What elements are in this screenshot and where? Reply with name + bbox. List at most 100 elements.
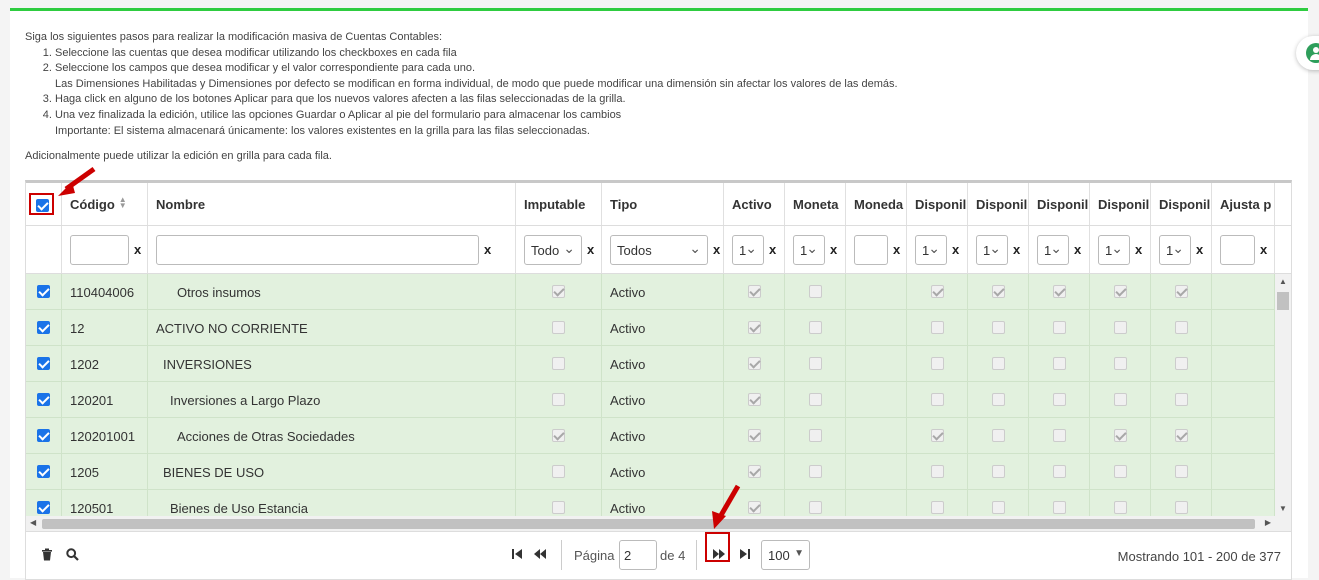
table-cell-moneda xyxy=(846,346,907,381)
prev-page-icon[interactable] xyxy=(533,548,547,563)
row-select-checkbox[interactable] xyxy=(37,285,50,298)
filter-select-disp2[interactable]: 1 ⌄ xyxy=(976,235,1008,265)
scroll-right-icon[interactable]: ▶ xyxy=(1265,518,1271,527)
clear-filter-button[interactable]: x xyxy=(1074,242,1081,257)
clear-filter-button[interactable]: x xyxy=(952,242,959,257)
column-header-disp5[interactable]: Disponil xyxy=(1151,183,1212,225)
filter-select-disp1[interactable]: 1 ⌄ xyxy=(915,235,947,265)
imputable-checkbox xyxy=(552,393,565,406)
sort-icon[interactable]: ▲ ▼ xyxy=(119,196,127,210)
column-header-tipo[interactable]: Tipo xyxy=(602,183,724,225)
column-header-disp3[interactable]: Disponil xyxy=(1029,183,1090,225)
chevron-down-icon: ⌄ xyxy=(1172,240,1184,256)
clear-filter-button[interactable]: x xyxy=(134,242,141,257)
clear-filter-button[interactable]: x xyxy=(830,242,837,257)
clear-filter-button[interactable]: x xyxy=(1135,242,1142,257)
column-header-disp1[interactable]: Disponil xyxy=(907,183,968,225)
vertical-scrollbar[interactable]: ▲ ▼ xyxy=(1275,274,1291,516)
scroll-left-icon[interactable]: ◀ xyxy=(30,518,36,527)
table-cell-disp3 xyxy=(1029,490,1090,516)
first-page-icon[interactable] xyxy=(511,548,523,563)
table-cell-moneda xyxy=(846,382,907,417)
clear-filter-button[interactable]: x xyxy=(893,242,900,257)
horizontal-scrollbar[interactable]: ◀ ▶ xyxy=(26,516,1275,531)
table-cell-codigo: 120201 xyxy=(62,382,148,417)
filter-select-imputable[interactable]: Todo ⌄ xyxy=(524,235,582,265)
clear-filter-button[interactable]: x xyxy=(484,242,491,257)
search-icon[interactable] xyxy=(66,548,79,564)
filter-select-disp3[interactable]: 1 ⌄ xyxy=(1037,235,1069,265)
table-row[interactable]: 120201 Inversiones a Largo Plazo Activo xyxy=(26,382,1275,418)
table-row[interactable]: 120201001 Acciones de Otras Sociedades Act… xyxy=(26,418,1275,454)
cell-codigo: 110404006 xyxy=(70,285,135,300)
column-header-label: Ajusta p xyxy=(1220,197,1272,212)
cell-nombre: INVERSIONES xyxy=(163,357,252,372)
filter-select-disp4[interactable]: 1 ⌄ xyxy=(1098,235,1130,265)
column-header-imputable[interactable]: Imputable xyxy=(516,183,602,225)
page-size-select[interactable]: 100 ▼ xyxy=(761,540,810,570)
filter-select-moneta[interactable]: 1 ⌄ xyxy=(793,235,825,265)
clear-filter-button[interactable]: x xyxy=(769,242,776,257)
table-row[interactable]: 1202 INVERSIONES Activo xyxy=(26,346,1275,382)
table-cell-disp5 xyxy=(1151,274,1212,309)
table-row[interactable]: 12 ACTIVO NO CORRIENTE Activo xyxy=(26,310,1275,346)
user-icon xyxy=(1306,43,1319,63)
filter-input-nombre[interactable] xyxy=(156,235,479,265)
disponible-checkbox xyxy=(930,429,944,442)
disponible-checkbox xyxy=(1052,465,1066,478)
row-select-checkbox[interactable] xyxy=(37,501,50,514)
table-cell-disp3 xyxy=(1029,310,1090,345)
grid-pager: Página 2 de 4 100 ▼ Mostrando 101 - 200 d… xyxy=(25,532,1292,580)
column-header-ajusta[interactable]: Ajusta p xyxy=(1212,183,1275,225)
table-cell-codigo: 1205 xyxy=(62,454,148,489)
activo-checkbox xyxy=(747,465,761,478)
scroll-thumb[interactable] xyxy=(42,519,1255,529)
column-header-moneda[interactable]: Moneda xyxy=(846,183,907,225)
column-header-disp4[interactable]: Disponil xyxy=(1090,183,1151,225)
filter-select-activo[interactable]: 1 ⌄ xyxy=(732,235,764,265)
cell-nombre: Otros insumos xyxy=(177,285,261,300)
cell-tipo: Activo xyxy=(610,357,646,372)
clear-filter-button[interactable]: x xyxy=(1196,242,1203,257)
scroll-thumb[interactable] xyxy=(1277,292,1289,310)
row-select-checkbox[interactable] xyxy=(37,429,50,442)
table-cell-disp2 xyxy=(968,346,1029,381)
filter-input-codigo[interactable] xyxy=(70,235,129,265)
last-page-icon[interactable] xyxy=(739,548,751,563)
filter-cell-moneta: 1 ⌄ x xyxy=(785,226,846,273)
instruction-step: Seleccione las cuentas que desea modific… xyxy=(55,46,1025,62)
row-select-checkbox[interactable] xyxy=(37,393,50,406)
disponible-checkbox xyxy=(1113,285,1127,298)
disponible-checkbox xyxy=(1113,357,1127,370)
filter-select-disp5[interactable]: 1 ⌄ xyxy=(1159,235,1191,265)
grid-header-row: Código ▲ ▼ Nombre Imputable Tipo Activo Moneta M… xyxy=(26,183,1291,226)
column-header-disp2[interactable]: Disponil xyxy=(968,183,1029,225)
clear-filter-button[interactable]: x xyxy=(587,242,594,257)
page-input[interactable]: 2 xyxy=(619,540,657,570)
table-cell-moneta xyxy=(785,490,846,516)
table-row[interactable]: 110404006 Otros insumos Activo xyxy=(26,274,1275,310)
filter-input-moneda[interactable] xyxy=(854,235,888,265)
scroll-down-icon[interactable]: ▼ xyxy=(1279,504,1287,513)
trash-icon[interactable] xyxy=(41,548,53,564)
table-cell-disp1 xyxy=(907,310,968,345)
activo-checkbox xyxy=(747,285,761,298)
clear-filter-button[interactable]: x xyxy=(713,242,720,257)
clear-filter-button[interactable]: x xyxy=(1260,242,1267,257)
clear-filter-button[interactable]: x xyxy=(1013,242,1020,257)
filter-cell-imputable: Todo ⌄ x xyxy=(516,226,602,273)
row-select-checkbox[interactable] xyxy=(37,357,50,370)
filter-select-tipo[interactable]: Todos ⌄ xyxy=(610,235,708,265)
moneta-checkbox xyxy=(808,357,822,370)
disponible-checkbox xyxy=(991,501,1005,514)
column-header-nombre[interactable]: Nombre xyxy=(148,183,516,225)
scroll-up-icon[interactable]: ▲ xyxy=(1279,277,1287,286)
column-header-activo[interactable]: Activo xyxy=(724,183,785,225)
column-header-moneta[interactable]: Moneta xyxy=(785,183,846,225)
filter-input-ajusta[interactable] xyxy=(1220,235,1255,265)
table-row[interactable]: 120501 Bienes de Uso Estancia Activo xyxy=(26,490,1275,516)
table-row[interactable]: 1205 BIENES DE USO Activo xyxy=(26,454,1275,490)
row-select-checkbox[interactable] xyxy=(37,465,50,478)
row-select-checkbox[interactable] xyxy=(37,321,50,334)
disponible-checkbox xyxy=(1052,285,1066,298)
